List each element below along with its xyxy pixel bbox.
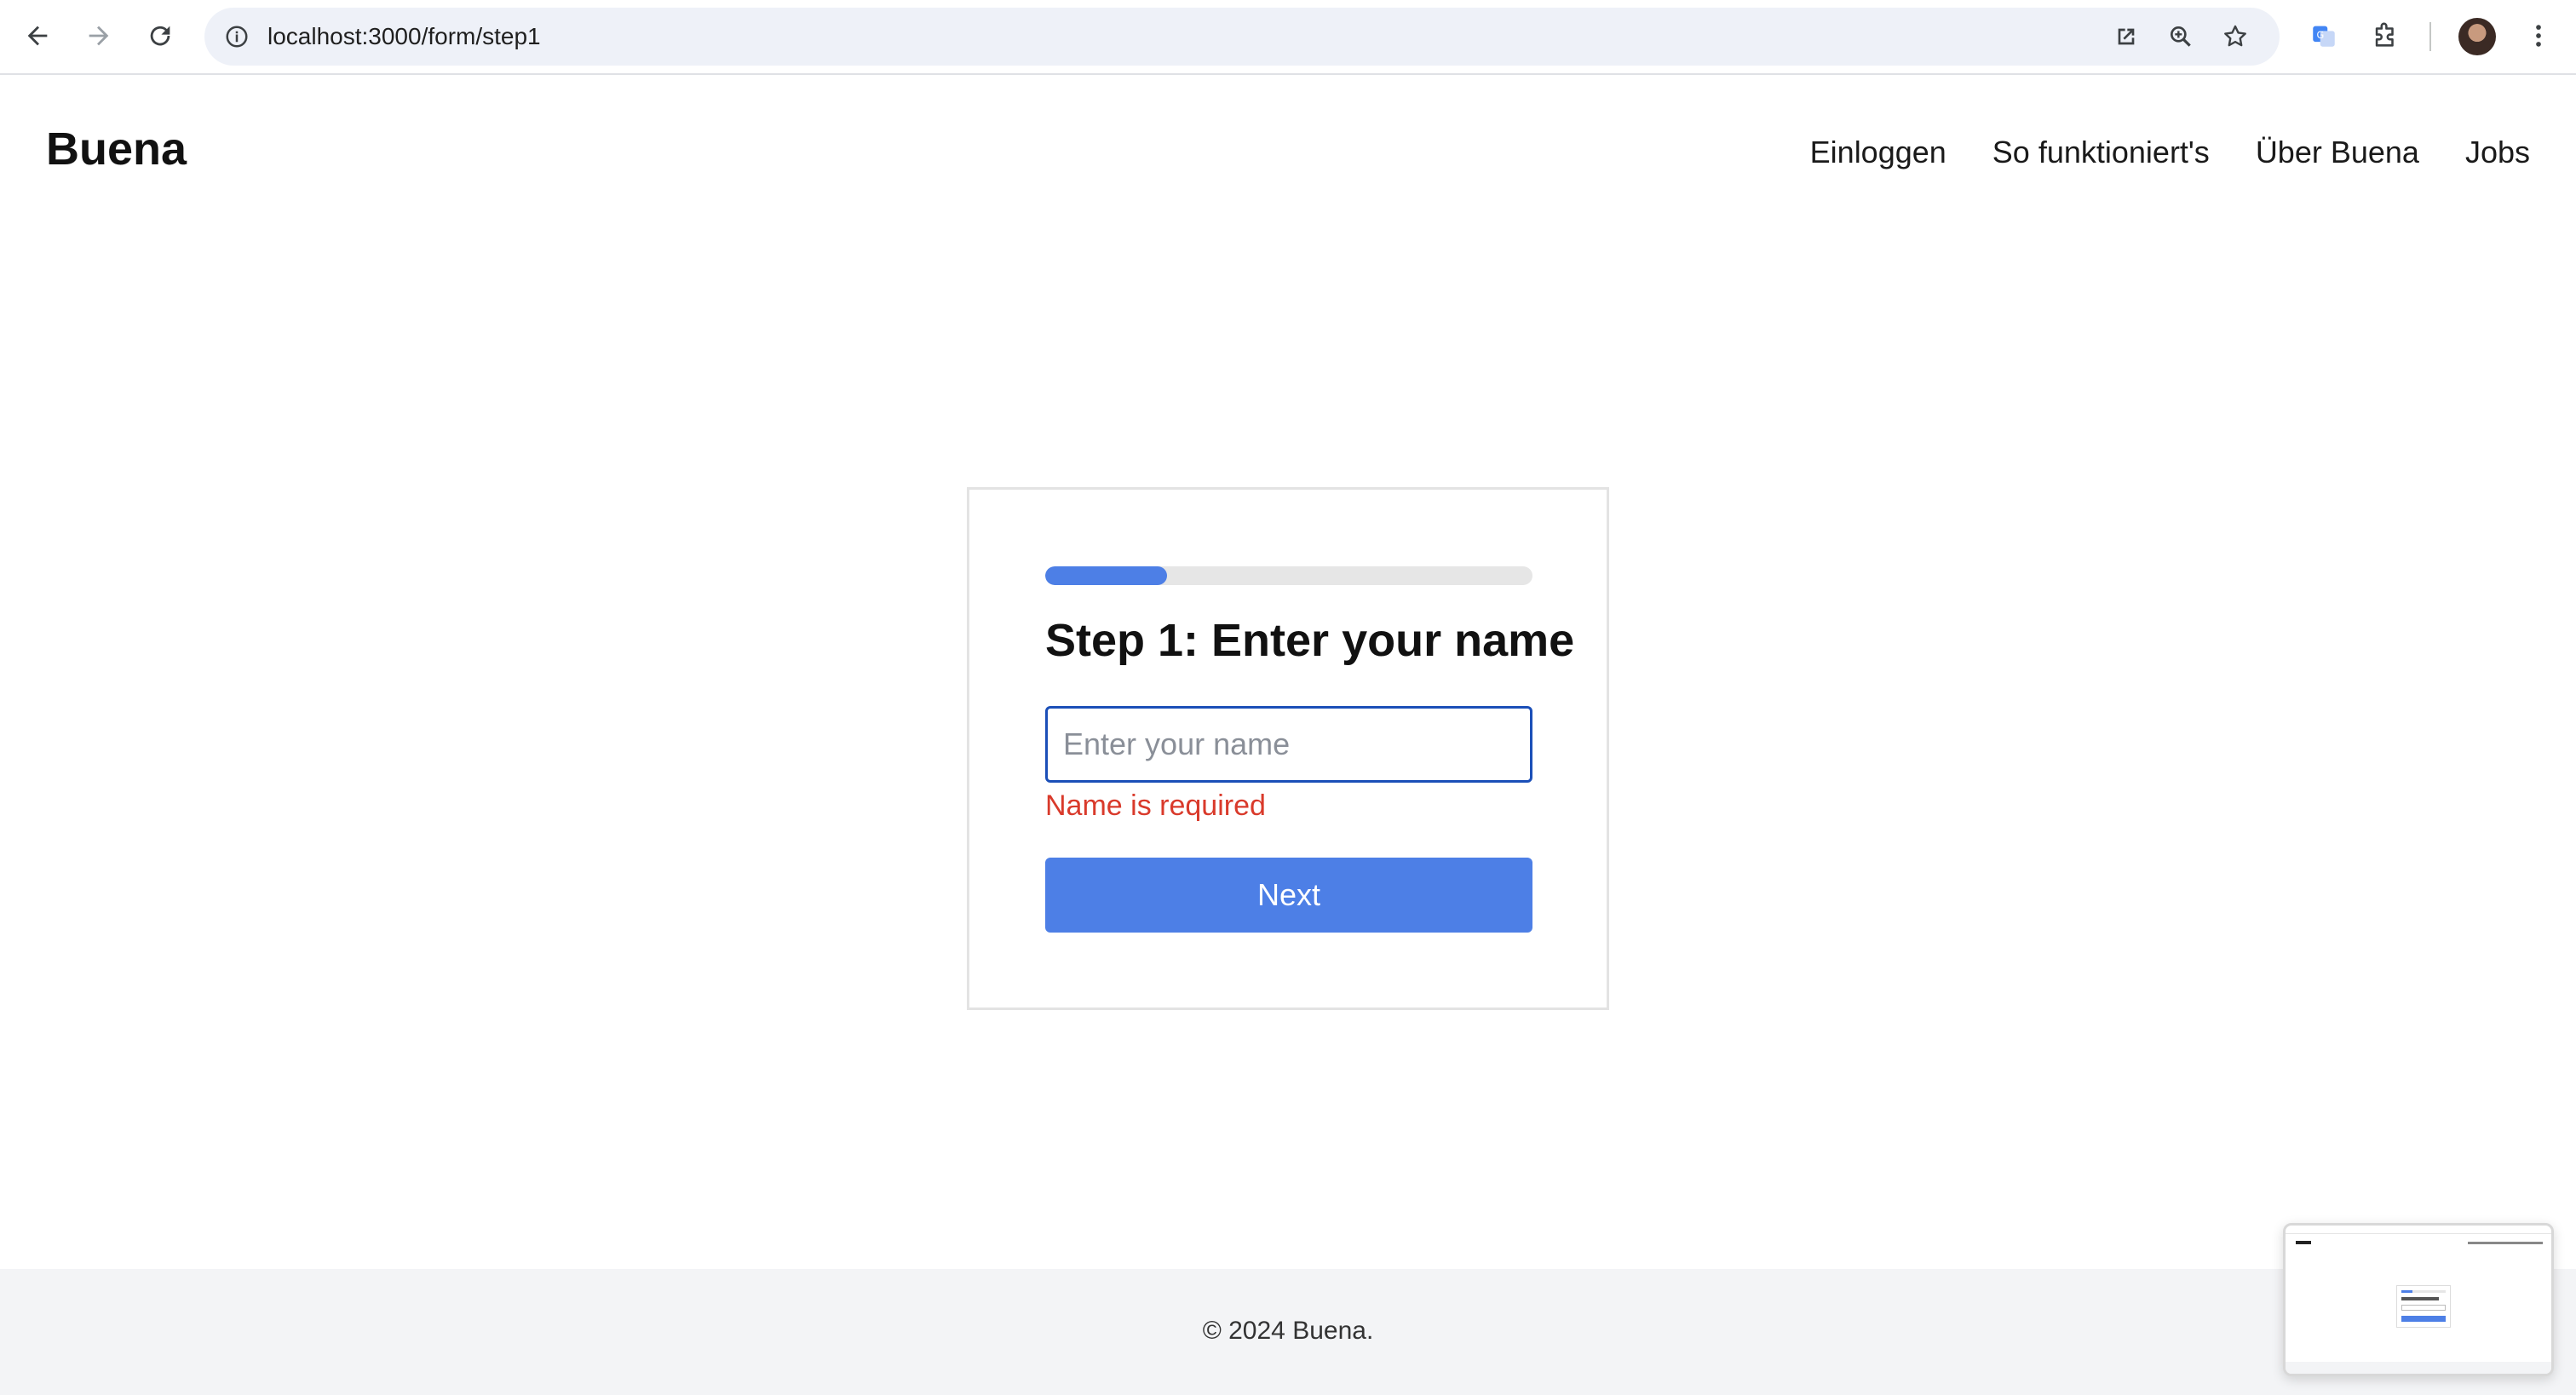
more-menu-icon[interactable] [2516, 14, 2561, 58]
bookmark-star-icon[interactable] [2218, 20, 2252, 54]
url-text: localhost:3000/form/step1 [267, 23, 541, 49]
nav-link-so-funktionierts[interactable]: So funktioniert's [1992, 135, 2210, 170]
nav-link-jobs[interactable]: Jobs [2465, 135, 2530, 170]
back-arrow-icon[interactable] [15, 14, 60, 58]
translate-icon[interactable]: G [2302, 14, 2346, 58]
site-header: Buena Einloggen So funktioniert's Über B… [0, 75, 2576, 225]
footer-copyright: © 2024 Buena. [1202, 1317, 1374, 1345]
open-in-window-icon[interactable] [2109, 20, 2143, 54]
forward-arrow-icon[interactable] [77, 14, 121, 58]
step-title: Step 1: Enter your name [1045, 615, 1575, 666]
nav-link-einloggen[interactable]: Einloggen [1810, 135, 1946, 170]
main-nav: Einloggen So funktioniert's Über Buena J… [1810, 135, 2530, 170]
name-error-message: Name is required [1045, 789, 1266, 822]
profile-avatar[interactable] [2458, 18, 2496, 55]
zoom-icon[interactable] [2164, 20, 2198, 54]
nav-link-ueber-buena[interactable]: Über Buena [2256, 135, 2419, 170]
progress-fill [1045, 566, 1167, 585]
browser-toolbar: localhost:3000/form/step1 G [0, 0, 2576, 75]
toolbar-separator [2429, 22, 2431, 51]
svg-text:G: G [2317, 29, 2325, 41]
next-button[interactable]: Next [1045, 858, 1532, 933]
site-info-icon[interactable] [220, 20, 254, 54]
extensions-icon[interactable] [2363, 14, 2407, 58]
reload-icon[interactable] [138, 14, 182, 58]
form-card: Step 1: Enter your name Name is required… [967, 487, 1609, 1010]
progress-bar [1045, 566, 1532, 585]
tab-preview-thumbnail[interactable] [2283, 1223, 2554, 1376]
site-logo[interactable]: Buena [46, 123, 187, 175]
name-input[interactable] [1045, 706, 1532, 783]
address-bar[interactable]: localhost:3000/form/step1 [204, 8, 2280, 66]
site-footer: © 2024 Buena. [0, 1269, 2576, 1395]
